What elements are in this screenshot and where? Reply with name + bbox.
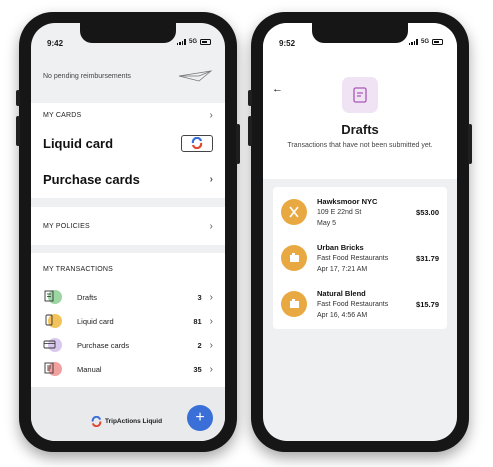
chevron-right-icon: › [209,315,213,327]
reimbursements-text: No pending reimbursements [43,72,131,80]
receipt-icon [281,291,307,317]
drafts-header: ← Drafts Transactions that have not been… [263,57,457,179]
status-time: 9:52 [279,39,296,48]
plus-icon: + [195,409,205,426]
chevron-right-icon: › [209,339,213,351]
document-icon [43,360,65,378]
transaction-category-purchase-cards[interactable]: Purchase cards 2 › [31,333,225,357]
footer: TripActions Liquid + [31,387,225,441]
my-cards-header[interactable]: MY CARDS › [31,103,225,127]
add-button[interactable]: + [187,405,213,431]
chevron-right-icon: › [209,291,213,303]
network-label: 5G [420,39,429,45]
receipt-icon [281,245,307,271]
status-time: 9:42 [47,39,64,48]
amount: $15.79 [416,299,439,309]
transaction-category-manual[interactable]: Manual 35 › [31,357,225,381]
battery-icon [432,39,443,45]
phone-frame-right: 9:52 5G ← Drafts Transactions that have … [248,12,472,452]
back-arrow-icon[interactable]: ← [272,83,283,95]
phone-card-icon [43,312,65,330]
phone-frame-left: 9:42 5G No pending reimbursements MY CAR… [16,12,240,452]
network-label: 5G [188,39,197,45]
purchase-cards-row[interactable]: Purchase cards › [31,163,225,195]
chevron-right-icon: › [209,363,213,375]
my-cards-panel: MY CARDS › Liquid card Purchase cards › [31,103,225,198]
page-subtitle: Transactions that have not been submitte… [287,142,433,149]
amount: $31.79 [416,253,439,263]
page-title: Drafts [341,122,379,137]
list-item[interactable]: Urban Bricks Fast Food Restaurants Apr 1… [273,235,447,281]
paper-plane-icon [178,70,213,82]
drafts-icon [43,288,65,306]
signal-icon [408,39,418,45]
chevron-right-icon: › [209,173,213,185]
card-thumbnail-icon [181,134,213,152]
my-transactions-panel: MY TRANSACTIONS Drafts 3 › Liquid card 8… [31,253,225,387]
amount: $53.00 [416,207,439,217]
list-item[interactable]: Hawksmoor NYC 109 E 22nd St May 5 $53.00 [273,189,447,235]
list-item[interactable]: Natural Blend Fast Food Restaurants Apr … [273,281,447,327]
utensils-icon [281,199,307,225]
chevron-right-icon: › [209,220,213,232]
battery-icon [200,39,211,45]
credit-card-icon [43,336,65,354]
reimbursements-banner: No pending reimbursements [31,57,225,95]
liquid-card-row[interactable]: Liquid card [31,127,225,159]
drafts-list: Hawksmoor NYC 109 E 22nd St May 5 $53.00… [273,187,447,329]
brand-logo: TripActions Liquid [91,416,162,427]
home-screen: 9:42 5G No pending reimbursements MY CAR… [31,23,225,441]
transaction-category-drafts[interactable]: Drafts 3 › [31,285,225,309]
drafts-screen: 9:52 5G ← Drafts Transactions that have … [263,23,457,441]
signal-icon [176,39,186,45]
my-policies-row[interactable]: MY POLICIES › [31,207,225,245]
my-policies-panel[interactable]: MY POLICIES › [31,207,225,245]
drafts-icon [342,77,378,113]
chevron-right-icon: › [209,109,213,121]
my-transactions-header: MY TRANSACTIONS [43,265,114,273]
transaction-category-liquid-card[interactable]: Liquid card 81 › [31,309,225,333]
tripactions-logo-icon [91,416,102,427]
